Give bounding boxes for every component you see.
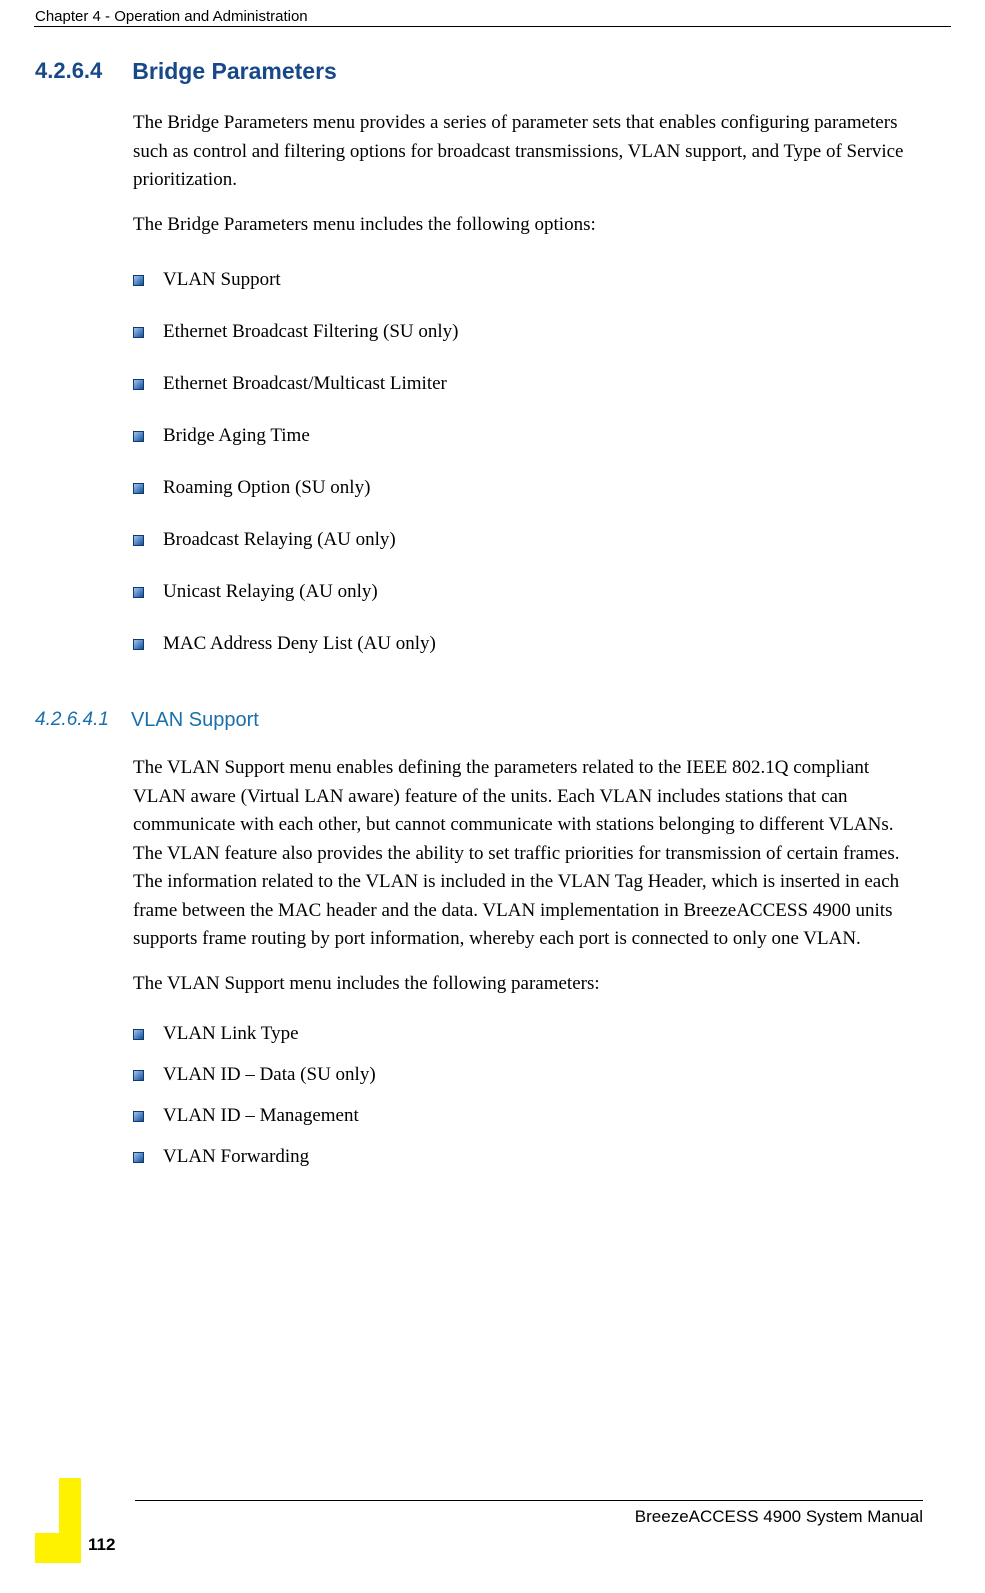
section-intro: The Bridge Parameters menu provides a se… bbox=[133, 109, 925, 195]
list-item-text: VLAN Link Type bbox=[163, 1023, 299, 1044]
bullet-icon bbox=[133, 535, 144, 546]
list-item: Ethernet Broadcast Filtering (SU only) bbox=[133, 307, 925, 359]
bullet-icon bbox=[133, 1152, 144, 1163]
bullet-icon bbox=[133, 1111, 144, 1122]
yellow-accent bbox=[35, 1533, 60, 1563]
chapter-title: Chapter 4 - Operation and Administration bbox=[35, 8, 308, 25]
bullet-icon bbox=[133, 483, 144, 494]
list-item-text: VLAN Forwarding bbox=[163, 1146, 309, 1167]
bullet-icon bbox=[133, 1070, 144, 1081]
subsection-intro: The VLAN Support menu enables defining t… bbox=[133, 754, 925, 954]
list-item: Roaming Option (SU only) bbox=[133, 463, 925, 515]
list-item: VLAN Support bbox=[133, 255, 925, 307]
bullet-icon bbox=[133, 431, 144, 442]
list-item-text: VLAN ID – Data (SU only) bbox=[163, 1064, 376, 1085]
list-item-text: Ethernet Broadcast/Multicast Limiter bbox=[163, 373, 447, 394]
bullet-icon bbox=[133, 587, 144, 598]
section-title: Bridge Parameters bbox=[132, 58, 337, 85]
page-content: 4.2.6.4 Bridge Parameters The Bridge Par… bbox=[35, 58, 925, 1178]
bullet-icon bbox=[133, 1029, 144, 1040]
list-item: MAC Address Deny List (AU only) bbox=[133, 619, 925, 671]
list-item: Unicast Relaying (AU only) bbox=[133, 567, 925, 619]
list-item: Ethernet Broadcast/Multicast Limiter bbox=[133, 359, 925, 411]
bullet-icon bbox=[133, 275, 144, 286]
list-item: VLAN Forwarding bbox=[133, 1137, 925, 1178]
list-item-text: Bridge Aging Time bbox=[163, 425, 310, 446]
section-heading: 4.2.6.4 Bridge Parameters bbox=[35, 58, 925, 85]
list-item: VLAN Link Type bbox=[133, 1014, 925, 1055]
bullet-icon bbox=[133, 379, 144, 390]
list-item-text: Broadcast Relaying (AU only) bbox=[163, 529, 396, 550]
page-number: 112 bbox=[88, 1535, 115, 1555]
list-item-text: VLAN Support bbox=[163, 269, 281, 290]
list-item: VLAN ID – Data (SU only) bbox=[133, 1055, 925, 1096]
list-item: Bridge Aging Time bbox=[133, 411, 925, 463]
subsection-number: 4.2.6.4.1 bbox=[35, 709, 109, 732]
footer-rule bbox=[135, 1500, 923, 1501]
list-item-text: VLAN ID – Management bbox=[163, 1105, 359, 1126]
subsection-heading: 4.2.6.4.1 VLAN Support bbox=[35, 709, 925, 732]
options-list: VLAN Support Ethernet Broadcast Filterin… bbox=[133, 255, 925, 671]
section-lead: The Bridge Parameters menu includes the … bbox=[133, 211, 925, 240]
list-item-text: MAC Address Deny List (AU only) bbox=[163, 633, 436, 654]
section-number: 4.2.6.4 bbox=[35, 58, 102, 85]
subsection-title: VLAN Support bbox=[131, 709, 259, 732]
subsection-lead: The VLAN Support menu includes the follo… bbox=[133, 970, 925, 999]
bullet-icon bbox=[133, 639, 144, 650]
list-item-text: Ethernet Broadcast Filtering (SU only) bbox=[163, 321, 459, 342]
list-item: VLAN ID – Management bbox=[133, 1096, 925, 1137]
header-rule bbox=[34, 26, 951, 27]
list-item: Broadcast Relaying (AU only) bbox=[133, 515, 925, 567]
list-item-text: Roaming Option (SU only) bbox=[163, 477, 370, 498]
manual-title: BreezeACCESS 4900 System Manual bbox=[635, 1507, 923, 1527]
yellow-accent bbox=[59, 1478, 81, 1563]
bullet-icon bbox=[133, 327, 144, 338]
list-item-text: Unicast Relaying (AU only) bbox=[163, 581, 378, 602]
parameters-list: VLAN Link Type VLAN ID – Data (SU only) … bbox=[133, 1014, 925, 1178]
